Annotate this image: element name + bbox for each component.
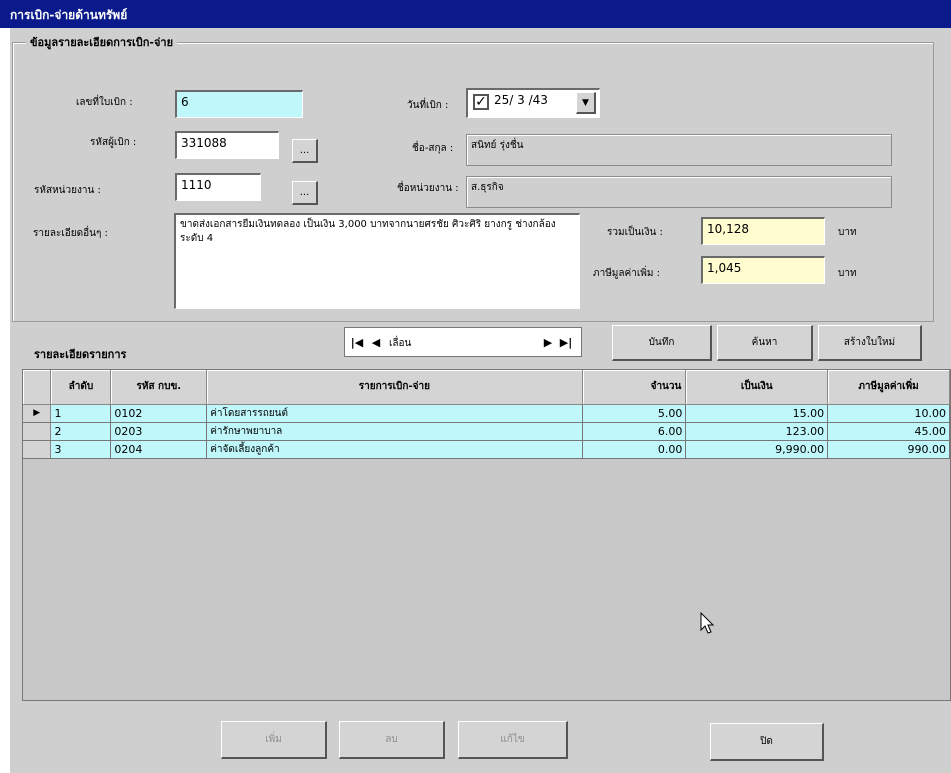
col-desc-header[interactable]: รายการเบิก-จ่าย <box>206 370 583 405</box>
new-voucher-button[interactable]: สร้างใบใหม่ <box>818 325 922 361</box>
row-indicator: ▶ <box>23 404 52 423</box>
requester-name-label: ชื่อ-สกุล : <box>412 143 454 154</box>
cell-amount[interactable]: 15.00 <box>685 404 829 423</box>
unit-name-field: ส.ธุรกิจ <box>466 176 892 208</box>
requester-browse-button[interactable]: ... <box>292 139 318 163</box>
record-navigator: |◀ ◀ เลื่อน ▶ ▶| <box>344 327 582 357</box>
cell-qty[interactable]: 6.00 <box>582 422 687 441</box>
cell-amount[interactable]: 9,990.00 <box>685 440 829 459</box>
col-amount-header[interactable]: เป็นเงิน <box>685 370 829 405</box>
cell-desc[interactable]: ค่าจัดเลี้ยงลูกค้า <box>206 440 583 459</box>
unit-browse-button[interactable]: ... <box>292 181 318 205</box>
nav-next-button[interactable]: ▶ <box>539 331 557 353</box>
save-button[interactable]: บันทึก <box>612 325 712 361</box>
close-button[interactable]: ปิด <box>710 723 824 761</box>
delete-button[interactable]: ลบ <box>339 721 445 759</box>
nav-caption: เลื่อน <box>389 338 412 349</box>
cell-qty[interactable]: 5.00 <box>582 404 687 423</box>
items-grid[interactable]: ลำดับ รหัส กบข. รายการเบิก-จ่าย จำนวน เป… <box>22 369 951 701</box>
search-button[interactable]: ค้นหา <box>717 325 813 361</box>
requester-code-label: รหัสผู้เบิก : <box>90 137 137 148</box>
cell-code[interactable]: 0102 <box>110 404 208 423</box>
add-button[interactable]: เพิ่ม <box>221 721 327 759</box>
cell-desc[interactable]: ค่าโดยสารรถยนต์ <box>206 404 583 423</box>
table-row[interactable]: ▶ 1 0102 ค่าโดยสารรถยนต์ 5.00 15.00 10.0… <box>23 404 950 423</box>
vat-field[interactable]: 1,045 <box>701 256 825 284</box>
cell-desc[interactable]: ค่ารักษาพยาบาล <box>206 422 583 441</box>
nav-prev-button[interactable]: ◀ <box>367 331 385 353</box>
requester-name-field: สนิทย์ รุ่งชื่น <box>466 134 892 166</box>
total-amount-label: รวมเป็นเงิน : <box>607 227 663 238</box>
unit-code-field[interactable]: 1110 <box>175 173 261 201</box>
cell-code[interactable]: 0204 <box>110 440 208 459</box>
unit-code-label: รหัสหน่วยงาน : <box>34 185 101 196</box>
table-row[interactable]: 3 0204 ค่าจัดเลี้ยงลูกค้า 0.00 9,990.00 … <box>23 440 950 459</box>
edit-button[interactable]: แก้ไข <box>458 721 568 759</box>
nav-first-button[interactable]: |◀ <box>348 331 366 353</box>
vat-unit: บาท <box>838 268 857 279</box>
row-indicator <box>23 422 52 441</box>
cell-seq[interactable]: 3 <box>50 440 112 459</box>
header-row: ลำดับ รหัส กบข. รายการเบิก-จ่าย จำนวน เป… <box>23 370 950 405</box>
date-checkbox[interactable]: ✓ <box>473 94 489 110</box>
row-indicator <box>23 440 52 459</box>
col-seq-header[interactable]: ลำดับ <box>50 370 112 405</box>
col-vat-header[interactable]: ภาษีมูลค่าเพิ่ม <box>827 370 950 405</box>
cell-vat[interactable]: 990.00 <box>827 440 950 459</box>
unit-name-label: ชื่อหน่วยงาน : <box>397 183 459 194</box>
requester-code-field[interactable]: 331088 <box>175 131 279 159</box>
total-amount-field[interactable]: 10,128 <box>701 217 825 245</box>
col-code-header[interactable]: รหัส กบข. <box>110 370 208 405</box>
total-amount-unit: บาท <box>838 227 857 238</box>
items-table: ลำดับ รหัส กบข. รายการเบิก-จ่าย จำนวน เป… <box>23 370 950 459</box>
cell-seq[interactable]: 2 <box>50 422 112 441</box>
cell-amount[interactable]: 123.00 <box>685 422 829 441</box>
voucher-no-field[interactable]: 6 <box>175 90 303 118</box>
mouse-cursor-icon <box>700 612 715 634</box>
other-details-memo[interactable]: ขาดส่งเอกสารยืมเงินทดลอง เป็นเงิน 3,000 … <box>174 213 580 309</box>
nav-last-button[interactable]: ▶| <box>557 331 575 353</box>
date-dropdown-button[interactable]: ▼ <box>576 92 596 114</box>
details-group-title: ข้อมูลรายละเอียดการเบิก-จ่าย <box>26 33 178 51</box>
table-row[interactable]: 2 0203 ค่ารักษาพยาบาล 6.00 123.00 45.00 <box>23 422 950 441</box>
cell-vat[interactable]: 10.00 <box>827 404 950 423</box>
indicator-header <box>23 370 52 405</box>
col-qty-header[interactable]: จำนวน <box>582 370 687 405</box>
other-details-label: รายละเอียดอื่นๆ : <box>33 228 108 239</box>
window-title: การเบิก-จ่ายด้านทรัพย์ <box>0 0 951 28</box>
cell-vat[interactable]: 45.00 <box>827 422 950 441</box>
voucher-no-label: เลขที่ใบเบิก : <box>76 97 133 108</box>
cell-qty[interactable]: 0.00 <box>582 440 687 459</box>
date-label: วันที่เบิก : <box>407 100 449 111</box>
cell-code[interactable]: 0203 <box>110 422 208 441</box>
vat-label: ภาษีมูลค่าเพิ่ม : <box>593 268 660 279</box>
items-title: รายละเอียดรายการ <box>34 348 127 361</box>
cell-seq[interactable]: 1 <box>50 404 112 423</box>
